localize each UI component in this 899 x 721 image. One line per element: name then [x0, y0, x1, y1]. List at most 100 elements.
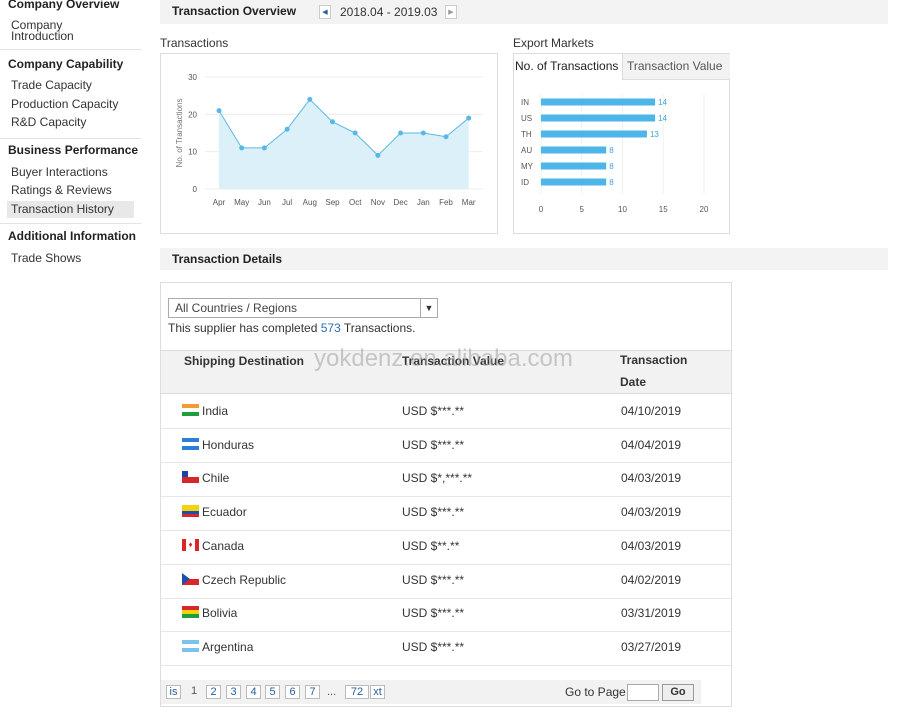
x-tick-label: Aug — [303, 198, 317, 207]
x-tick-label: Sep — [325, 198, 340, 207]
sidebar-item-ratings-reviews[interactable]: Ratings & Reviews — [11, 184, 112, 196]
bar — [541, 98, 656, 106]
transaction-value: USD $***.** — [402, 505, 465, 519]
row-divider — [161, 462, 731, 463]
bar — [541, 114, 656, 122]
sidebar-section-company-capability: Company Capability — [8, 57, 124, 71]
export-markets-chart: 0 5 10 15 20 IN 14 US 14 TH 13 AU 8 MY 8 ID 8 — [521, 94, 709, 214]
chile-flag-icon — [182, 471, 199, 483]
transaction-value: USD $***.** — [402, 438, 465, 452]
pagination-next[interactable]: xt — [370, 685, 385, 699]
go-button[interactable]: Go — [662, 684, 694, 701]
summary-prefix: This supplier has completed — [168, 321, 321, 335]
y-tick-label: US — [521, 114, 532, 123]
sidebar-divider — [0, 223, 141, 224]
bar — [541, 178, 607, 186]
overview-title: Transaction Overview — [172, 4, 297, 18]
x-tick-label: 15 — [659, 205, 668, 214]
sidebar-divider — [0, 49, 141, 50]
transaction-value: USD $***.** — [402, 640, 465, 654]
next-period-button[interactable]: ▶ — [445, 5, 457, 19]
x-tick-label: Jun — [258, 198, 271, 207]
transaction-date: 04/04/2019 — [621, 438, 682, 452]
goto-page-input[interactable] — [627, 684, 659, 701]
transaction-date: 03/27/2019 — [621, 640, 682, 654]
x-tick-label: Apr — [213, 198, 226, 207]
goto-page-label: Go to Page — [565, 685, 626, 699]
pagination-last-page[interactable]: 72 — [345, 685, 369, 699]
bar-value-label: 14 — [658, 114, 667, 123]
transaction-value: USD $***.** — [402, 606, 465, 620]
y-tick-label: IN — [521, 98, 529, 107]
sidebar-item-buyer-interactions[interactable]: Buyer Interactions — [11, 166, 108, 178]
data-point — [216, 108, 222, 114]
transaction-value: USD $***.** — [402, 573, 465, 587]
x-tick-label: Feb — [439, 198, 453, 207]
transactions-chart-title: Transactions — [160, 36, 229, 50]
prev-period-button[interactable]: ◀ — [319, 5, 331, 19]
y-tick-label: TH — [521, 130, 532, 139]
bar — [541, 162, 607, 170]
row-divider — [161, 428, 731, 429]
india-flag-icon — [182, 404, 199, 416]
sidebar-item-rd-capacity[interactable]: R&D Capacity — [11, 116, 86, 128]
chevron-down-icon[interactable]: ▼ — [420, 299, 437, 317]
sidebar-item-trade-capacity[interactable]: Trade Capacity — [11, 79, 92, 91]
series-area — [219, 99, 469, 189]
data-point — [443, 134, 449, 140]
transaction-date: 04/03/2019 — [621, 471, 682, 485]
sidebar-item-transaction-history[interactable]: Transaction History — [11, 203, 114, 215]
y-tick-label: 20 — [188, 110, 197, 119]
transaction-date: 04/03/2019 — [621, 539, 682, 553]
argentina-flag-icon — [182, 640, 199, 652]
x-tick-label: 5 — [580, 205, 585, 214]
bar — [541, 146, 607, 154]
transactions-chart-panel: 0 10 20 30 No. of Transactions Apr May Jun Jul Au… — [160, 53, 498, 234]
sidebar-item-company-introduction[interactable]: Company Introduction — [11, 19, 74, 43]
destination-country: Bolivia — [202, 606, 238, 620]
y-tick-label: 30 — [188, 73, 197, 82]
pagination-page-2[interactable]: 2 — [206, 685, 221, 699]
details-title: Transaction Details — [172, 252, 283, 266]
pagination-page-6[interactable]: 6 — [285, 685, 300, 699]
overview-header: Transaction Overview ◀ 2018.04 - 2019.03… — [160, 0, 888, 24]
triangle-right-icon: ▶ — [448, 9, 454, 16]
x-tick-label: Jul — [282, 198, 292, 207]
y-tick-label: MY — [521, 162, 534, 171]
pagination-current: 1 — [191, 685, 198, 697]
sidebar-item-trade-shows[interactable]: Trade Shows — [11, 252, 81, 264]
y-tick-label: 10 — [188, 148, 197, 157]
x-tick-label: Nov — [371, 198, 385, 207]
tab-no-of-transactions[interactable]: No. of Transactions — [514, 54, 623, 80]
country-filter-select[interactable]: All Countries / Regions ▼ — [168, 298, 438, 318]
sidebar-divider — [0, 138, 141, 139]
tab-transaction-value[interactable]: Transaction Value — [623, 54, 730, 80]
sidebar-section-business-performance: Business Performance — [8, 143, 139, 157]
sidebar-item-label: Introduction — [11, 29, 74, 43]
row-divider — [161, 598, 731, 599]
data-point — [307, 96, 313, 102]
x-tick-label: 10 — [618, 205, 627, 214]
y-axis-label: No. of Transactions — [175, 99, 184, 168]
destination-country: Ecuador — [202, 505, 247, 519]
x-tick-label: Mar — [462, 198, 476, 207]
ecuador-flag-icon — [182, 505, 199, 517]
x-tick-label: Dec — [393, 198, 407, 207]
pagination-prev[interactable]: is — [166, 685, 181, 699]
y-tick-label: 0 — [193, 185, 198, 194]
pagination-page-3[interactable]: 3 — [226, 685, 241, 699]
destination-country: Honduras — [202, 438, 255, 452]
pagination-page-5[interactable]: 5 — [265, 685, 280, 699]
sidebar-item-production-capacity[interactable]: Production Capacity — [11, 98, 118, 110]
pagination-page-7[interactable]: 7 — [305, 685, 320, 699]
bar — [541, 130, 647, 138]
row-divider — [161, 665, 731, 666]
transaction-count: 573 — [320, 321, 341, 335]
tab-label: No. of Transactions — [515, 59, 619, 73]
country-filter-value: All Countries / Regions — [175, 301, 298, 315]
row-divider — [161, 530, 731, 531]
canada-flag-icon: ♦ — [182, 539, 199, 551]
pagination-ellipsis: ... — [327, 686, 337, 698]
destination-country: Chile — [202, 471, 230, 485]
pagination-page-4[interactable]: 4 — [246, 685, 261, 699]
